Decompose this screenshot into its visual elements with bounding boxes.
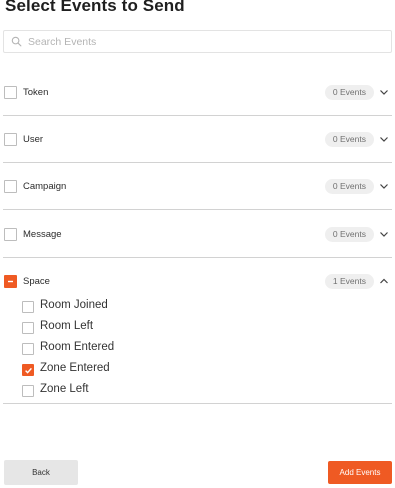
group-label-space: Space [23, 276, 50, 287]
chevron-up-icon[interactable] [379, 277, 389, 286]
group-checkbox-user[interactable] [4, 133, 17, 146]
event-item-zone-entered[interactable]: Zone Entered [0, 362, 395, 380]
group-label-token: Token [23, 87, 49, 98]
event-count-badge: 0 Events [324, 132, 374, 147]
event-item-room-entered[interactable]: Room Entered [0, 341, 395, 359]
group-header-campaign[interactable]: Campaign 0 Events [0, 179, 395, 199]
event-label: Room Joined [40, 299, 108, 311]
event-count-badge: 1 Events [324, 274, 374, 289]
event-group-space: Space 1 Events Room Joined Room Left Roo… [0, 274, 395, 399]
event-count-badge: 0 Events [324, 179, 374, 194]
search-box[interactable] [3, 30, 392, 53]
checkmark-icon [24, 367, 32, 374]
event-checkbox[interactable] [22, 322, 34, 334]
divider [3, 257, 392, 258]
group-checkbox-token[interactable] [4, 86, 17, 99]
event-checkbox[interactable] [22, 385, 34, 397]
event-count-badge: 0 Events [324, 85, 374, 100]
group-header-message[interactable]: Message 0 Events [0, 227, 395, 247]
divider [3, 162, 392, 163]
event-item-room-joined[interactable]: Room Joined [0, 299, 395, 317]
divider [3, 115, 392, 116]
group-checkbox-campaign[interactable] [4, 180, 17, 193]
event-label: Zone Left [40, 383, 89, 395]
page-title: Select Events to Send [5, 0, 185, 15]
event-label: Room Left [40, 320, 94, 332]
chevron-down-icon[interactable] [379, 230, 389, 239]
divider [3, 209, 392, 210]
group-header-user[interactable]: User 0 Events [0, 132, 395, 152]
event-checkbox[interactable] [22, 301, 34, 313]
back-button[interactable]: Back [4, 460, 78, 485]
add-events-button[interactable]: Add Events [328, 461, 392, 484]
event-checkbox[interactable] [22, 343, 34, 355]
group-label-campaign: Campaign [23, 181, 67, 192]
group-label-user: User [23, 134, 44, 145]
search-icon [11, 36, 22, 47]
chevron-down-icon[interactable] [379, 135, 389, 144]
group-checkbox-message[interactable] [4, 228, 17, 241]
group-header-space[interactable]: Space 1 Events [0, 274, 395, 294]
event-label: Room Entered [40, 341, 115, 353]
search-input[interactable] [28, 35, 368, 48]
divider [3, 403, 392, 404]
group-header-token[interactable]: Token 0 Events [0, 85, 395, 105]
event-checkbox[interactable] [22, 364, 34, 376]
chevron-down-icon[interactable] [379, 88, 389, 97]
event-item-room-left[interactable]: Room Left [0, 320, 395, 338]
event-label: Zone Entered [40, 362, 110, 374]
event-item-zone-left[interactable]: Zone Left [0, 383, 395, 401]
event-count-badge: 0 Events [324, 227, 374, 242]
chevron-down-icon[interactable] [379, 182, 389, 191]
minus-icon [8, 280, 13, 283]
group-checkbox-space[interactable] [4, 275, 17, 288]
group-label-message: Message [23, 229, 62, 240]
